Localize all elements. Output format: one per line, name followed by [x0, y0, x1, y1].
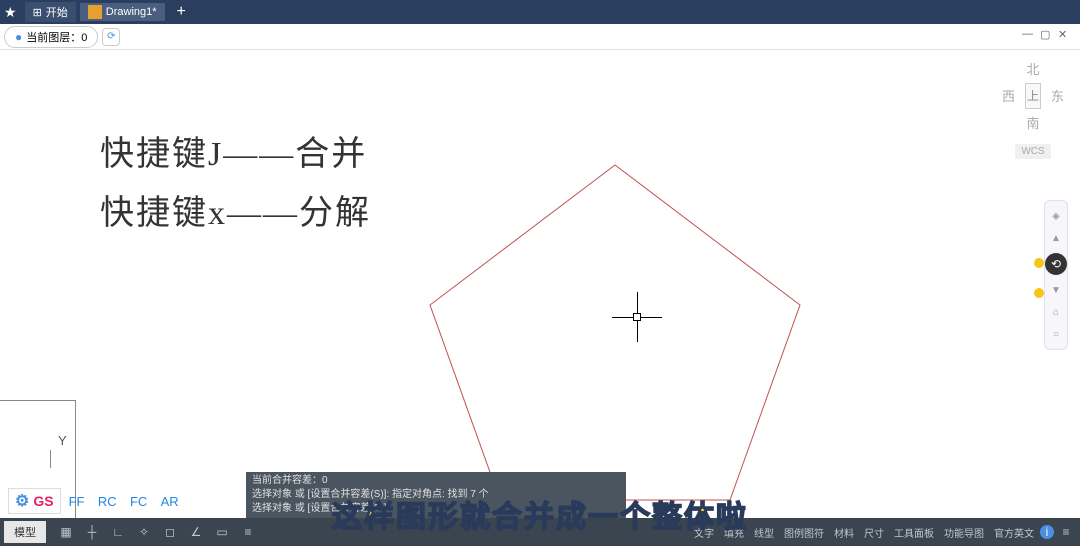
gs-code[interactable]: RC	[98, 494, 117, 509]
layer-dropdown[interactable]: ● 当前图层：0	[4, 26, 98, 48]
gs-code[interactable]: FC	[130, 494, 147, 509]
windows-icon: ⊞	[33, 6, 42, 19]
menu-icon[interactable]: ≡	[1056, 522, 1076, 542]
drawing-tab-label: Drawing1*	[106, 6, 157, 18]
layer-bulb-icon: ●	[15, 30, 22, 44]
nav-west[interactable]: 西	[998, 82, 1019, 109]
navigation-wheel[interactable]: ◈ ▲ ⟲ ▼ ⌂ ○	[1044, 200, 1068, 350]
layer-toolbar: ● 当前图层：0 ⟳	[0, 24, 1080, 50]
drawing-tab[interactable]: Drawing1*	[80, 3, 165, 21]
nav-north[interactable]: 北	[998, 55, 1068, 82]
status-item[interactable]: 材料	[830, 523, 858, 542]
nav-east[interactable]: 东	[1047, 82, 1068, 109]
status-item[interactable]: 工具面板	[890, 523, 938, 542]
favorite-icon[interactable]: ★	[4, 4, 17, 21]
maximize-icon[interactable]: ▢	[1040, 28, 1054, 42]
status-item[interactable]: 官方英文	[990, 523, 1038, 542]
new-tab-button[interactable]: +	[177, 3, 186, 21]
axis-y-line	[50, 450, 51, 468]
gs-logo[interactable]: ⚙ GS	[8, 488, 61, 514]
annotation-text-1: 快捷键J——合并	[100, 126, 367, 175]
annotation-text-2: 快捷键x——分解	[100, 185, 371, 234]
status-toggle-group: ▦ ┼ ∟ ✧ ◻ ∠ ▭ ≡	[56, 522, 258, 542]
title-bar: ★ ⊞ 开始 Drawing1* +	[0, 0, 1080, 24]
pentagon-shape[interactable]	[420, 160, 810, 515]
nav-extra-icon[interactable]: ○	[1045, 323, 1067, 345]
axis-y-label: Y	[58, 433, 67, 448]
lwt-icon[interactable]: ≡	[238, 522, 258, 542]
nav-zoom-out-icon[interactable]: ▼	[1045, 279, 1067, 301]
cmd-line: 当前合并容差：0	[252, 474, 620, 488]
gear-icon: ⚙	[15, 491, 29, 511]
nav-zoom-in-icon[interactable]: ▲	[1045, 227, 1067, 249]
gs-code[interactable]: FF	[69, 494, 85, 509]
close-icon[interactable]: ✕	[1058, 28, 1072, 42]
track-icon[interactable]: ∠	[186, 522, 206, 542]
gs-code[interactable]: AR	[161, 494, 179, 509]
status-item[interactable]: 功能导图	[940, 523, 988, 542]
nav-wcs[interactable]: WCS	[1015, 144, 1050, 159]
info-icon[interactable]: i	[1040, 525, 1054, 539]
dyn-icon[interactable]: ▭	[212, 522, 232, 542]
status-item[interactable]: 图例图符	[780, 523, 828, 542]
start-tab[interactable]: ⊞ 开始	[25, 2, 76, 22]
view-cube[interactable]: 北 西 上 东 南 WCS	[998, 55, 1068, 159]
gs-logo-text: GS	[33, 493, 53, 509]
nav-south[interactable]: 南	[998, 109, 1068, 136]
highlight-dot-2	[1034, 288, 1044, 298]
status-item[interactable]: 线型	[750, 523, 778, 542]
nav-orbit-icon[interactable]: ⟲	[1045, 253, 1067, 275]
drawing-file-icon	[88, 5, 102, 19]
polar-icon[interactable]: ✧	[134, 522, 154, 542]
snap-icon[interactable]: ┼	[82, 522, 102, 542]
ortho-icon[interactable]: ∟	[108, 522, 128, 542]
layer-refresh-button[interactable]: ⟳	[102, 28, 120, 46]
layer-label: 当前图层：0	[26, 29, 87, 45]
model-tab[interactable]: 模型	[4, 521, 46, 543]
minimize-icon[interactable]: ―	[1022, 28, 1036, 42]
nav-top[interactable]: 上	[1025, 83, 1041, 109]
nav-pan-icon[interactable]: ◈	[1045, 205, 1067, 227]
window-controls: ― ▢ ✕	[1022, 28, 1072, 42]
gs-panel: ⚙ GS FF RC FC AR	[8, 488, 189, 514]
start-tab-label: 开始	[46, 4, 68, 20]
grid-icon[interactable]: ▦	[56, 522, 76, 542]
drawing-canvas[interactable]: 快捷键J——合并 快捷键x——分解 Y	[0, 50, 1080, 518]
osnap-icon[interactable]: ◻	[160, 522, 180, 542]
video-subtitle: 这样图形就合并成一个整体啦	[332, 492, 748, 536]
gs-codes: FF RC FC AR	[69, 494, 189, 509]
nav-home-icon[interactable]: ⌂	[1045, 301, 1067, 323]
status-item[interactable]: 尺寸	[860, 523, 888, 542]
highlight-dot-1	[1034, 258, 1044, 268]
